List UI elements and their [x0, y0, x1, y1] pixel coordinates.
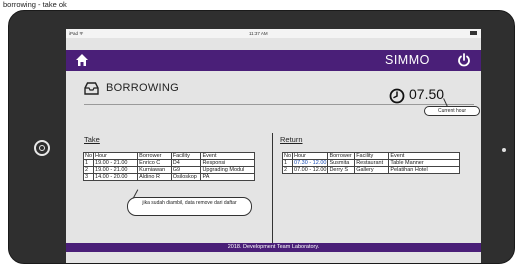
column-header: Facility [170, 152, 202, 160]
return-section-label: Return [280, 135, 303, 144]
top-navbar: SIMMO [66, 50, 481, 71]
table-row[interactable]: 1 07.30 - 12.00 Susmita Restaurant Table… [281, 159, 460, 167]
column-header: Hour [292, 152, 329, 160]
column-header: Event [388, 152, 460, 160]
header-divider [84, 104, 474, 105]
cell-facility: Osiloskop [170, 173, 202, 181]
column-header: Hour [93, 152, 139, 160]
cell-event: PA [200, 173, 255, 181]
cell-borrower: Susmita [327, 159, 356, 167]
cell-event: Upgrading Modul [200, 166, 255, 174]
tablet-home-button[interactable] [34, 140, 50, 156]
app-brand: SIMMO [385, 53, 430, 67]
cell-hour: 14.00 - 20.00 [93, 173, 139, 181]
cell-hour: 07.00 - 12.00 [292, 166, 329, 174]
cell-no: 2 [281, 166, 294, 174]
column-header: Borrower [137, 152, 172, 160]
cell-hour: 19.00 - 21.00 [93, 159, 139, 167]
cell-no: 3 [82, 173, 95, 181]
column-header: No [281, 152, 294, 160]
take-note-callout: jika sudah diambil, data remove dari daf… [127, 197, 252, 216]
footer-bar: 2018. Development Team Laboratory. [66, 243, 481, 252]
take-section-label: Take [84, 135, 100, 144]
tablet-frame: iPad ᯤ 11:37 AM SIMMO BORROWING 07.50 Cu… [8, 10, 515, 264]
cell-no: 2 [82, 166, 95, 174]
cell-facility: Restaurant [354, 159, 390, 167]
cell-facility: G9 [170, 166, 202, 174]
column-header: Borrower [327, 152, 356, 160]
cell-event: Responsi [200, 159, 255, 167]
cell-hour: 19.00 - 21.00 [93, 166, 139, 174]
cell-borrower: Aldino R [137, 173, 172, 181]
table-row[interactable]: 3 14.00 - 20.00 Aldino R Osiloskop PA [82, 173, 255, 181]
column-header: Event [200, 152, 255, 160]
column-header: No [82, 152, 95, 160]
power-icon[interactable] [457, 53, 471, 67]
take-table: No Hour Borrower Facility Event 1 19.00 … [82, 152, 255, 181]
current-hour-callout: Current hour [424, 106, 480, 116]
cell-borrower: Derry S [327, 166, 356, 174]
current-hour-value: 07.50 [409, 86, 445, 102]
clock-icon [389, 88, 405, 104]
cell-no: 1 [281, 159, 294, 167]
cell-borrower: Enrico C [137, 159, 172, 167]
table-row[interactable]: 2 19.00 - 21.00 Kurniawan G9 Upgrading M… [82, 166, 255, 174]
window-caption: borrowing - take ok [3, 0, 67, 9]
page-title: BORROWING [106, 82, 179, 94]
inbox-tray-icon [84, 82, 99, 95]
table-row[interactable]: 1 19.00 - 21.00 Enrico C D4 Responsi [82, 159, 255, 167]
cell-event: Pelatihan Hotel [388, 166, 460, 174]
table-header-row: No Hour Borrower Facility Event [281, 152, 460, 160]
status-time: 11:37 AM [249, 31, 268, 36]
app-screen: iPad ᯤ 11:37 AM SIMMO BORROWING 07.50 Cu… [66, 29, 481, 263]
column-header: Facility [354, 152, 390, 160]
return-table: No Hour Borrower Facility Event 1 07.30 … [281, 152, 460, 174]
battery-icon [470, 31, 477, 35]
cell-borrower: Kurniawan [137, 166, 172, 174]
section-divider [272, 133, 273, 248]
cell-event: Table Manner [388, 159, 460, 167]
tablet-camera [502, 148, 506, 152]
device-label: iPad ᯤ [69, 31, 84, 36]
status-bar: iPad ᯤ 11:37 AM [66, 29, 481, 38]
cell-facility: D4 [170, 159, 202, 167]
cell-no: 1 [82, 159, 95, 167]
home-icon[interactable] [75, 53, 89, 67]
table-row[interactable]: 2 07.00 - 12.00 Derry S Gallery Pelatiha… [281, 166, 460, 174]
cell-facility: Gallery [354, 166, 390, 174]
cell-hour-link[interactable]: 07.30 - 12.00 [292, 159, 329, 167]
table-header-row: No Hour Borrower Facility Event [82, 152, 255, 160]
